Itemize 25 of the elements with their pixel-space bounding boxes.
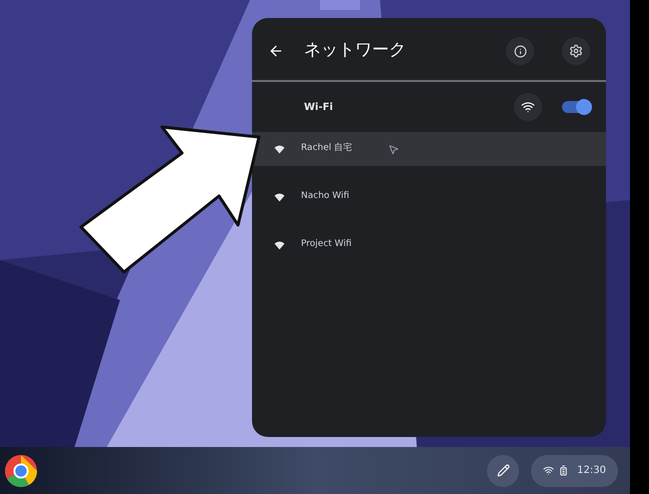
wifi-icon (274, 240, 285, 250)
browser-logo-icon[interactable] (4, 454, 38, 488)
back-arrow-icon (268, 43, 284, 59)
wifi-icon (543, 465, 554, 476)
wifi-icon (274, 144, 285, 154)
network-item[interactable]: Project Wifi (252, 228, 606, 262)
info-icon (514, 44, 526, 58)
wifi-icon (274, 192, 285, 202)
wifi-icon (521, 100, 535, 114)
clock-time: 12:30 (577, 464, 606, 478)
mouse-cursor-icon (388, 144, 400, 154)
wifi-button[interactable] (514, 93, 542, 121)
settings-button[interactable] (562, 37, 590, 65)
info-button[interactable] (506, 37, 534, 65)
pen-icon (496, 464, 510, 477)
back-button[interactable] (268, 43, 284, 59)
wifi-label: Wi-Fi (304, 100, 334, 114)
settings-icon (569, 44, 583, 58)
pen-button[interactable] (487, 454, 520, 486)
network-item[interactable]: Nacho Wifi (252, 180, 606, 214)
wifi-toggle[interactable] (562, 101, 590, 113)
status-tray[interactable]: 12:30 (531, 454, 618, 486)
network-item[interactable]: Rachel 自宅 (252, 132, 606, 166)
panel-title: ネットワーク (304, 39, 407, 62)
battery-icon (558, 465, 570, 476)
